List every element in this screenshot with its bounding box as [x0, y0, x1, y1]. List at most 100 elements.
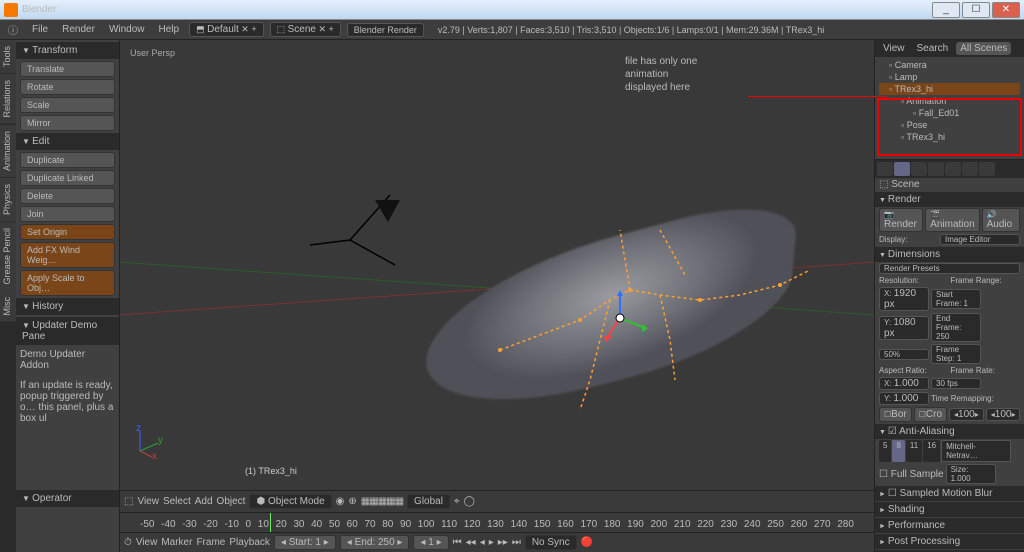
tab-grease-pencil[interactable]: Grease Pencil [0, 222, 16, 291]
start-frame-prop[interactable]: Start Frame: 1 [931, 289, 981, 309]
editor-type-icon[interactable]: ⬚ [124, 496, 133, 507]
maximize-button[interactable]: ☐ [962, 2, 990, 18]
dimensions-header[interactable]: Dimensions [875, 247, 1024, 262]
jump-end-icon[interactable]: ⏭ [512, 537, 521, 548]
render-button[interactable]: 📷Render [879, 208, 923, 232]
close-button[interactable]: ✕ [992, 2, 1020, 18]
play-icon[interactable]: ▸ [489, 537, 494, 548]
aa-samples[interactable]: 581116Mitchell-Netrav… [875, 439, 1024, 463]
tl-view[interactable]: View [136, 537, 158, 548]
proportional-icon[interactable]: ◯ [464, 496, 475, 507]
menu-window[interactable]: Window [105, 23, 149, 36]
display-dropdown[interactable]: Image Editor [940, 234, 1020, 245]
remap-old[interactable]: ◂100▸ [949, 408, 984, 421]
autokey-icon[interactable]: 🔴 [581, 537, 593, 548]
add-fx-wind-button[interactable]: Add FX Wind Weig… [20, 242, 115, 268]
rotate-button[interactable]: Rotate [20, 79, 115, 95]
orientation-dropdown[interactable]: Global [407, 494, 450, 509]
menu-help[interactable]: Help [155, 23, 184, 36]
remap-new[interactable]: ◂100▸ [986, 408, 1021, 421]
sync-dropdown[interactable]: No Sync [525, 535, 577, 550]
performance-header[interactable]: Performance [875, 518, 1024, 533]
vp-menu-add[interactable]: Add [195, 496, 213, 507]
minimize-button[interactable]: _ [932, 2, 960, 18]
prev-key-icon[interactable]: ◂◂ [466, 537, 476, 548]
layers-widget[interactable]: ▦▦▦▦▦ [361, 496, 403, 507]
shading-icon[interactable]: ◉ [336, 496, 345, 507]
engine-dropdown[interactable]: Blender Render [347, 23, 424, 37]
full-sample-toggle[interactable]: ☐ Full Sample [879, 469, 944, 480]
jump-start-icon[interactable]: ⏮ [453, 537, 462, 548]
vp-menu-view[interactable]: View [137, 496, 159, 507]
res-y-input[interactable]: Y: 1080 px [879, 316, 929, 340]
panel-updater-header[interactable]: Updater Demo Pane [16, 317, 119, 345]
panel-history-header[interactable]: History [16, 298, 119, 315]
mirror-button[interactable]: Mirror [20, 115, 115, 131]
play-rev-icon[interactable]: ◂ [480, 537, 485, 548]
fps-dropdown[interactable]: 30 fps [931, 378, 981, 389]
scale-button[interactable]: Scale [20, 97, 115, 113]
tab-relations[interactable]: Relations [0, 74, 16, 124]
shading-header[interactable]: Shading [875, 502, 1024, 517]
motion-blur-header[interactable]: ☐ Sampled Motion Blur [875, 486, 1024, 501]
render-header[interactable]: Render [875, 192, 1024, 207]
outliner-item[interactable]: ▫ TRex3_hi [879, 83, 1020, 95]
end-frame-input[interactable]: ◂ End: 250 ▸ [340, 535, 410, 550]
camera-widget[interactable] [300, 190, 410, 283]
tab-misc[interactable]: Misc [0, 291, 16, 322]
panel-operator-header[interactable]: Operator [16, 490, 119, 507]
frame-step-prop[interactable]: Frame Step: 1 [931, 344, 981, 364]
panel-edit-header[interactable]: Edit [16, 133, 119, 150]
crop-toggle[interactable]: ☐Cro [914, 407, 947, 422]
aspect-y[interactable]: Y: 1.000 [879, 392, 929, 405]
delete-button[interactable]: Delete [20, 188, 115, 204]
animation-button[interactable]: 🎬Animation [925, 208, 979, 232]
res-pct-input[interactable]: 50% [879, 349, 929, 360]
tab-physics[interactable]: Physics [0, 178, 16, 221]
postproc-header[interactable]: Post Processing [875, 534, 1024, 549]
gizmo-3d[interactable] [590, 288, 650, 351]
duplicate-button[interactable]: Duplicate [20, 152, 115, 168]
translate-button[interactable]: Translate [20, 61, 115, 77]
start-frame-input[interactable]: ◂ Start: 1 ▸ [274, 535, 336, 550]
pivot-icon[interactable]: ⊕ [348, 496, 356, 507]
tab-tools[interactable]: Tools [0, 40, 16, 73]
vp-menu-select[interactable]: Select [163, 496, 191, 507]
scene-dropdown[interactable]: ⬚ Scene ✕ + [270, 22, 341, 37]
layout-dropdown[interactable]: ⬒ Default ✕ + [189, 22, 264, 37]
join-button[interactable]: Join [20, 206, 115, 222]
timeline-area[interactable]: -50-40-30-20-100102030405060708090100110… [120, 512, 874, 532]
set-origin-button[interactable]: Set Origin [20, 224, 115, 240]
next-key-icon[interactable]: ▸▸ [498, 537, 508, 548]
armature-overlay[interactable] [460, 220, 840, 420]
menu-render[interactable]: Render [58, 23, 99, 36]
current-frame-input[interactable]: ◂ 1 ▸ [413, 535, 448, 550]
duplicate-linked-button[interactable]: Duplicate Linked [20, 170, 115, 186]
aa-header[interactable]: ☑ Anti-Aliasing [875, 424, 1024, 439]
res-x-input[interactable]: X: 1920 px [879, 287, 929, 311]
aa-size[interactable]: Size: 1.000 [946, 464, 996, 484]
vp-menu-object[interactable]: Object [217, 496, 246, 507]
menu-file[interactable]: File [28, 23, 52, 36]
outliner-search[interactable]: Search [913, 42, 953, 55]
outliner-item[interactable]: ▫ Lamp [879, 71, 1020, 83]
tl-frame[interactable]: Frame [196, 537, 225, 548]
snap-icon[interactable]: ⌖ [454, 496, 460, 507]
timeline-icon[interactable]: ⏱ [124, 537, 132, 548]
tab-animation[interactable]: Animation [0, 125, 16, 177]
tl-marker[interactable]: Marker [161, 537, 192, 548]
properties-tabs[interactable] [875, 160, 1024, 178]
render-presets[interactable]: Render Presets [879, 263, 1020, 274]
audio-button[interactable]: 🔊Audio [982, 208, 1020, 232]
apply-scale-button[interactable]: Apply Scale to Obj… [20, 270, 115, 296]
panel-transform-header[interactable]: Transform [16, 42, 119, 59]
breadcrumb[interactable]: ⬚ Scene [879, 179, 920, 190]
info-icon[interactable]: ⓘ [4, 21, 22, 38]
outliner-all-scenes[interactable]: All Scenes [956, 42, 1011, 55]
viewport-3d[interactable]: User Persp zyx (1) TRex3_hi ⬚ View Selec… [120, 40, 874, 552]
aspect-x[interactable]: X: 1.000 [879, 377, 929, 390]
outliner-view[interactable]: View [879, 42, 909, 55]
tl-playback[interactable]: Playback [229, 537, 270, 548]
mode-dropdown[interactable]: ⬢ Object Mode [249, 494, 331, 509]
border-toggle[interactable]: ☐Bor [879, 407, 912, 422]
